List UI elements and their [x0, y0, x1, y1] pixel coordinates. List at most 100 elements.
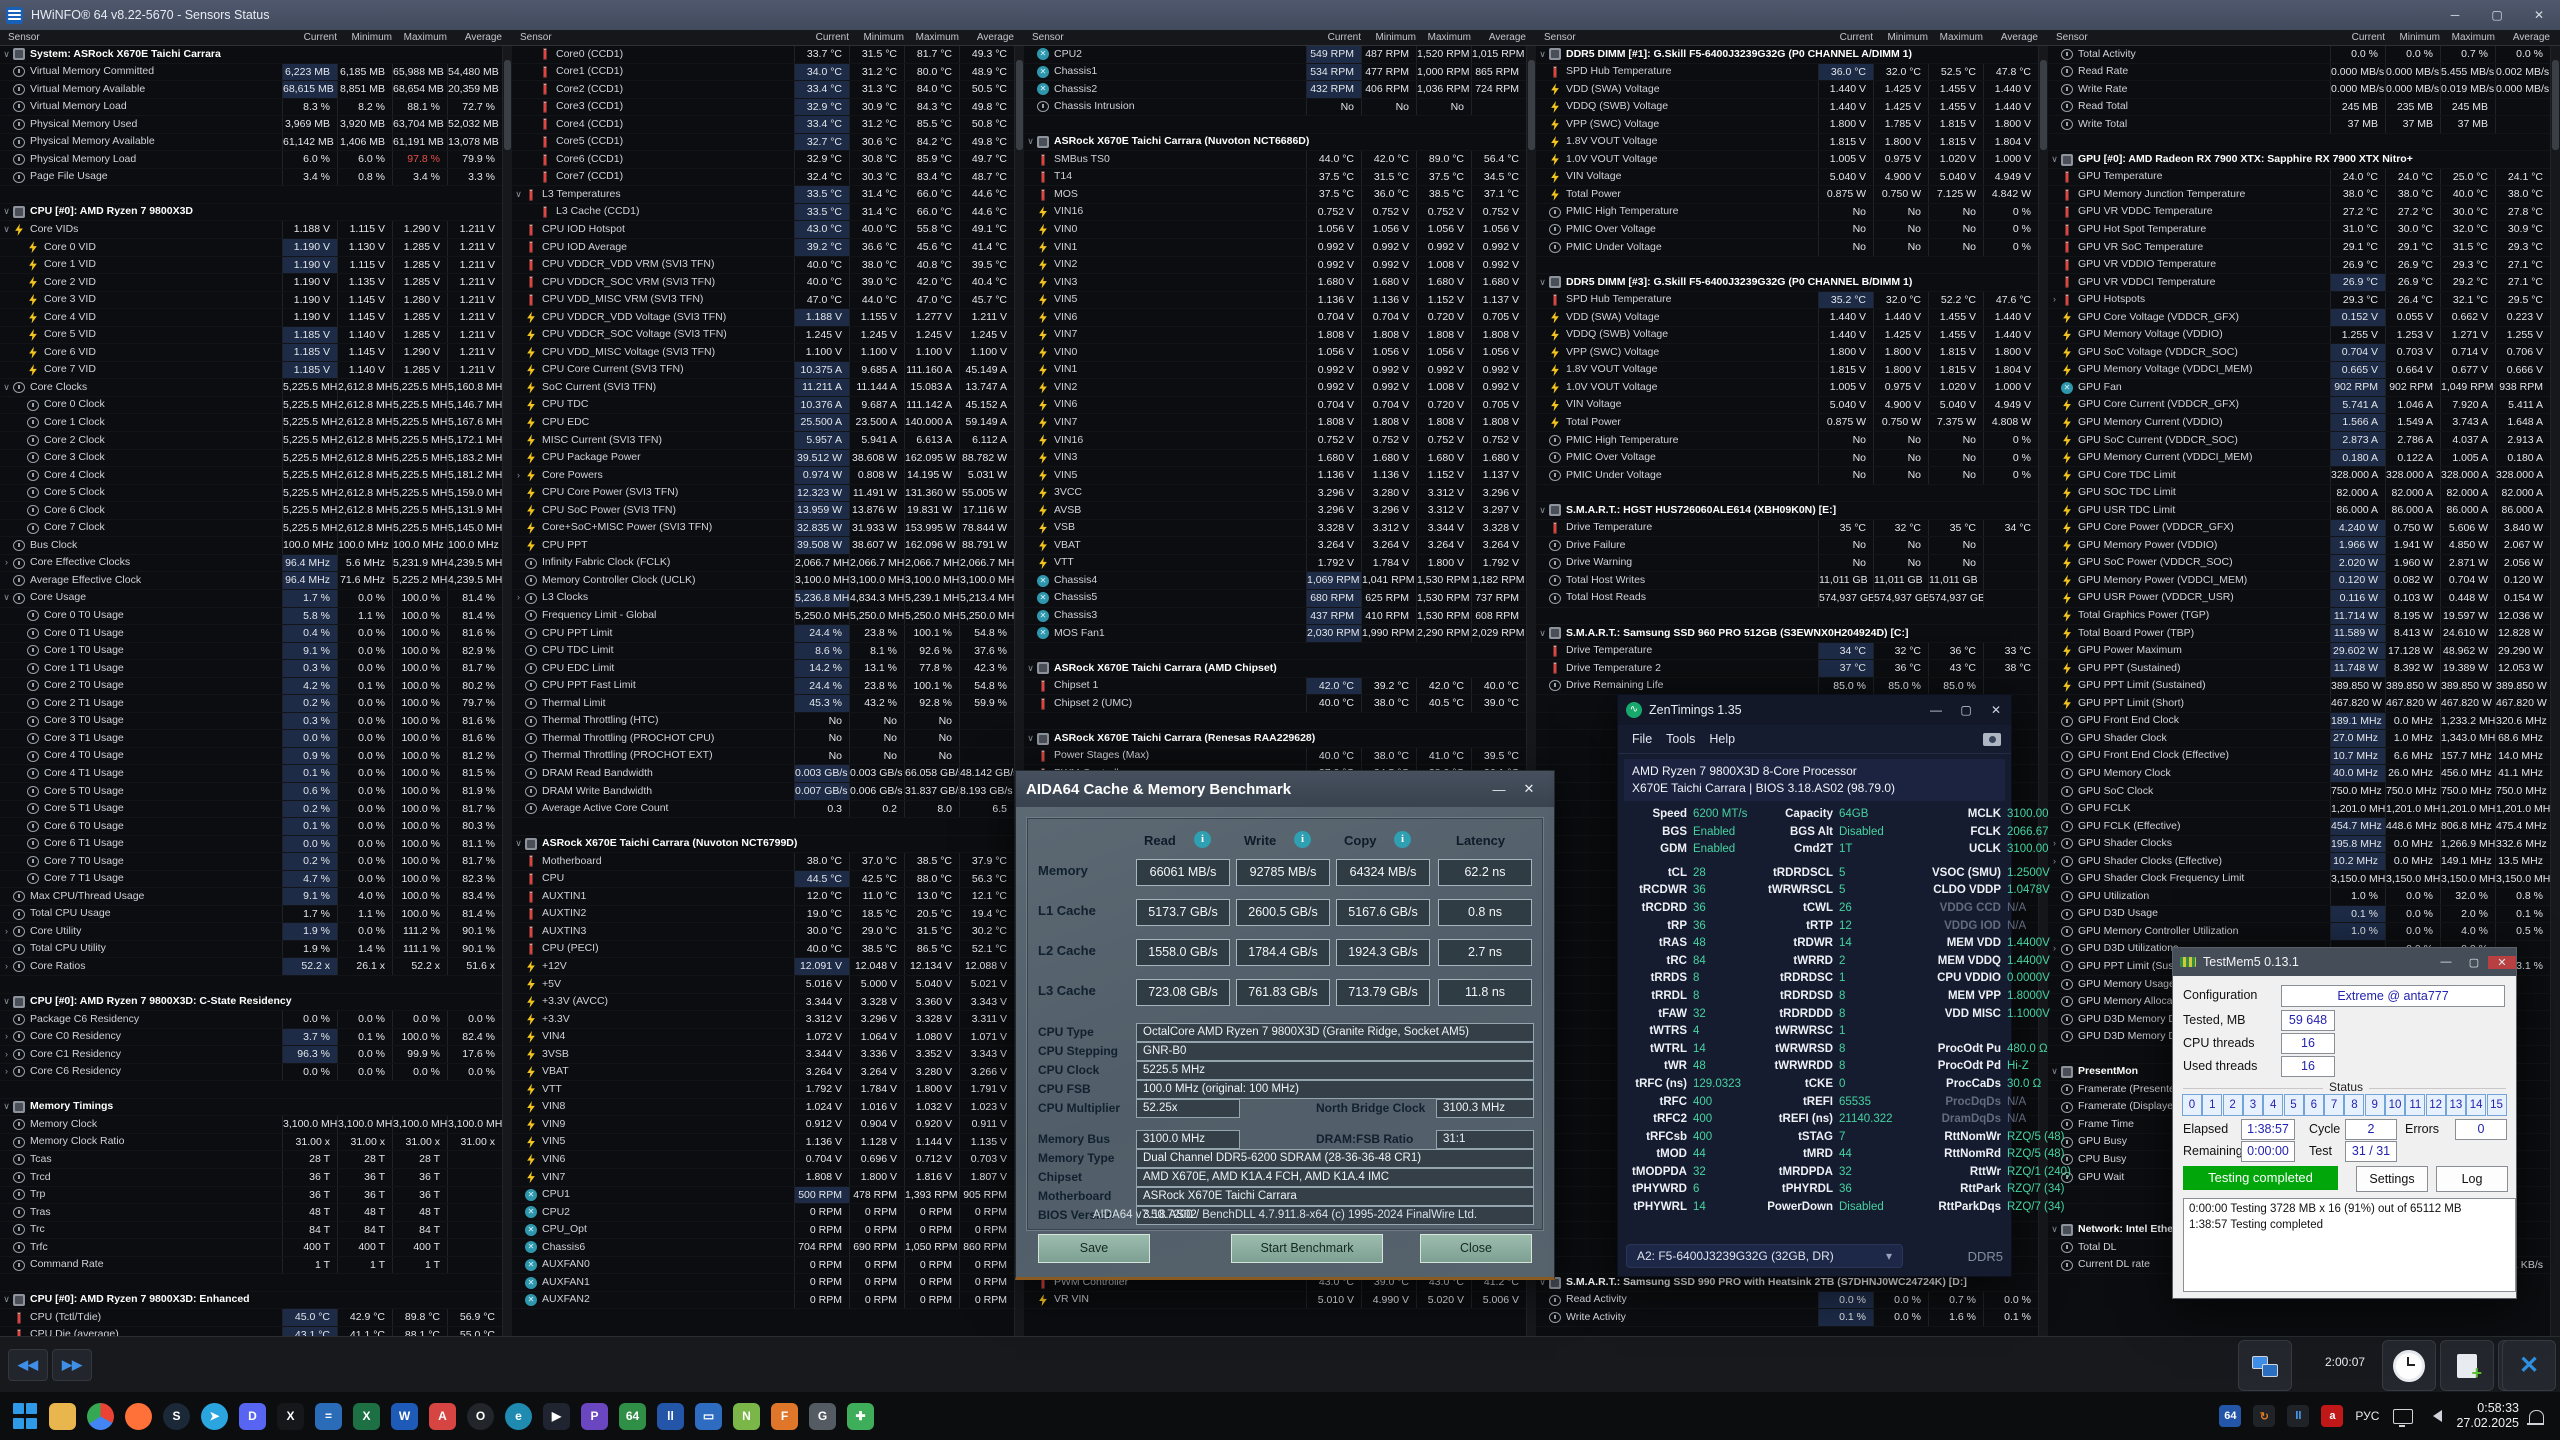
tray-sensors-tray[interactable]: ll — [2287, 1405, 2309, 1427]
thread-status-box[interactable]: 9 — [2365, 1094, 2385, 1116]
tm5-close-icon[interactable]: ✕ — [2488, 956, 2516, 969]
sensor-row[interactable]: ∨ASRock X670E Taichi Carrara (Nuvoton NC… — [512, 836, 1024, 854]
thread-status-box[interactable]: 11 — [2405, 1094, 2425, 1116]
sensor-row[interactable]: Trp36 T36 T36 T — [0, 1187, 512, 1205]
sensor-row[interactable]: Virtual Memory Available68,615 MB8,851 M… — [0, 81, 512, 99]
sensor-row[interactable]: GPU Shader Clock Frequency Limit3,150.0 … — [2048, 871, 2560, 889]
sensor-row[interactable]: Core 5 Clock5,225.5 MHz2,612.8 MHz5,225.… — [0, 485, 512, 503]
sensor-row[interactable]: GPU VR SoC Temperature29.1 °C29.1 °C31.5… — [2048, 239, 2560, 257]
sensor-row[interactable]: GPU Front End Clock189.1 MHz0.0 MHz1,233… — [2048, 713, 2560, 731]
sensor-row[interactable]: VTT1.792 V1.784 V1.800 V1.792 V — [1024, 555, 1536, 573]
sensor-row[interactable]: Core 1 Clock5,225.5 MHz2,612.8 MHz5,225.… — [0, 414, 512, 432]
collapse-icon[interactable]: ∨ — [2048, 151, 2061, 168]
taskbar-app-purple-tool[interactable]: P — [581, 1403, 608, 1430]
tray-hwinfo64-tray[interactable]: 64 — [2219, 1405, 2241, 1427]
sensor-row[interactable]: +12V12.091 V12.048 V12.134 V12.088 V — [512, 958, 1024, 976]
sensor-row[interactable]: Memory Clock Ratio31.00 x31.00 x31.00 x3… — [0, 1134, 512, 1152]
expand-icon[interactable]: › — [0, 1029, 13, 1046]
sensor-row[interactable]: GPU PPT (Sustained)11.748 W8.392 W19.389… — [2048, 660, 2560, 678]
sensor-row[interactable]: GPU Memory Power (VDDCI_MEM)0.120 W0.082… — [2048, 572, 2560, 590]
taskbar-app-telegram[interactable]: ➤ — [201, 1403, 228, 1430]
sensor-row[interactable]: PMIC Over VoltageNoNoNo0 % — [1536, 450, 2048, 468]
sensor-row[interactable]: VIN01.056 V1.056 V1.056 V1.056 V — [1024, 221, 1536, 239]
sensor-row[interactable]: VDD (SWA) Voltage1.440 V1.440 V1.455 V1.… — [1536, 309, 2048, 327]
sensor-row[interactable]: ∨S.M.A.R.T.: HGST HUS726060ALE614 (XBH09… — [1536, 502, 2048, 520]
sensor-row[interactable] — [0, 186, 512, 204]
sensor-row[interactable]: +3.3V3.312 V3.296 V3.328 V3.311 V — [512, 1011, 1024, 1029]
col-average[interactable]: Average — [2503, 30, 2558, 45]
sensor-row[interactable]: Physical Memory Load6.0 %6.0 %97.8 %79.9… — [0, 151, 512, 169]
collapse-icon[interactable]: ∨ — [1024, 730, 1037, 747]
sensor-row[interactable] — [0, 1081, 512, 1099]
sensor-row[interactable]: ∨Core VIDs1.188 V1.115 V1.290 V1.211 V — [0, 221, 512, 239]
sensor-row[interactable]: ›Core C1 Residency96.3 %0.0 %99.9 %17.6 … — [0, 1046, 512, 1064]
col-sensor[interactable]: Sensor — [0, 30, 290, 45]
sensor-row[interactable]: Chassis3437 RPM410 RPM1,530 RPM608 RPM — [1024, 608, 1536, 626]
sensor-row[interactable]: Core 5 T0 Usage0.6 %0.0 %100.0 %81.9 % — [0, 783, 512, 801]
sensor-row[interactable]: VPP (SWC) Voltage1.800 V1.800 V1.815 V1.… — [1536, 344, 2048, 362]
sensor-row[interactable]: GPU SoC Current (VDDCR_SOC)2.873 A2.786 … — [2048, 432, 2560, 450]
tray-clock[interactable]: 0:58:33 27.02.2025 — [2456, 1401, 2519, 1431]
sensor-row[interactable]: T1437.5 °C31.5 °C37.5 °C34.5 °C — [1024, 169, 1536, 187]
collapse-icon[interactable]: ∨ — [2048, 1222, 2061, 1239]
next-page-button[interactable]: ▶▶ — [52, 1349, 92, 1381]
collapse-icon[interactable]: ∨ — [1536, 46, 1549, 63]
taskbar-app-explorer-folder[interactable] — [49, 1403, 76, 1430]
sensor-row[interactable] — [0, 976, 512, 994]
sensor-row[interactable]: GPU Memory Power (VDDIO)1.966 W1.941 W4.… — [2048, 537, 2560, 555]
taskbar-app-excel[interactable]: X — [353, 1403, 380, 1430]
sensor-row[interactable]: CPU VDDCR_VDD VRM (SVI3 TFN)40.0 °C38.0 … — [512, 257, 1024, 275]
sensor-row[interactable]: VIN20.992 V0.992 V1.008 V0.992 V — [1024, 257, 1536, 275]
aida64-close-icon[interactable]: ✕ — [1514, 781, 1544, 797]
sensor-row[interactable]: +3.3V (AVCC)3.344 V3.328 V3.360 V3.343 V — [512, 994, 1024, 1012]
sensor-row[interactable]: GPU FCLK1,201.0 MHz1,201.0 MHz1,201.0 MH… — [2048, 801, 2560, 819]
sensor-row[interactable]: GPU Core TDC Limit328.000 A328.000 A328.… — [2048, 467, 2560, 485]
sensor-row[interactable]: ›Core C0 Residency3.7 %0.1 %100.0 %82.4 … — [0, 1029, 512, 1047]
sensor-row[interactable] — [1024, 643, 1536, 661]
sensor-row[interactable]: SPD Hub Temperature35.2 °C32.0 °C52.2 °C… — [1536, 292, 2048, 310]
sensor-row[interactable]: CPU PPT39.508 W38.607 W162.096 W88.791 W — [512, 537, 1024, 555]
taskbar-app-calculator[interactable]: = — [315, 1403, 342, 1430]
sensor-row[interactable]: Core 3 T1 Usage0.0 %0.0 %100.0 %81.6 % — [0, 730, 512, 748]
sensor-row[interactable]: Core 3 VID1.190 V1.145 V1.280 V1.211 V — [0, 292, 512, 310]
sensor-row[interactable]: DRAM Read Bandwidth0.003 GB/s0.003 GB/s6… — [512, 765, 1024, 783]
taskbar-app-discord[interactable]: D — [239, 1403, 266, 1430]
info-icon[interactable]: i — [1194, 831, 1211, 848]
zen-maximize-icon[interactable]: ▢ — [1951, 703, 1981, 717]
close-sensors-button[interactable]: ✕ — [2502, 1340, 2556, 1391]
taskbar-app-monitor-app[interactable]: ▭ — [695, 1403, 722, 1430]
sensor-row[interactable]: GPU D3D Usage0.1 %0.0 %2.0 %0.1 % — [2048, 906, 2560, 924]
sensor-row[interactable]: CPU PPT Limit24.4 %23.8 %100.1 %54.8 % — [512, 625, 1024, 643]
sensor-row[interactable]: Core2 (CCD1)33.4 °C31.3 °C84.0 °C50.5 °C — [512, 81, 1024, 99]
col-maximum[interactable]: Maximum — [400, 30, 455, 45]
sensor-row[interactable]: L3 Cache (CCD1)33.5 °C31.4 °C66.0 °C44.6… — [512, 204, 1024, 222]
sensor-row[interactable]: CPU1500 RPM478 RPM1,393 RPM905 RPM — [512, 1187, 1024, 1205]
sensor-row[interactable]: ∨DDR5 DIMM [#1]: G.Skill F5-6400J3239G32… — [1536, 46, 2048, 64]
sensor-row[interactable]: CPU44.5 °C42.5 °C88.0 °C56.3 °C — [512, 871, 1024, 889]
sensor-row[interactable]: Core 7 VID1.185 V1.140 V1.285 V1.211 V — [0, 362, 512, 380]
sensor-row[interactable]: CPU VDDCR_SOC Voltage (SVI3 TFN)1.245 V1… — [512, 327, 1024, 345]
sensor-row[interactable]: GPU Memory Current (VDDCI_MEM)0.180 A0.1… — [2048, 450, 2560, 468]
sensor-row[interactable]: Core 0 T1 Usage0.4 %0.0 %100.0 %81.6 % — [0, 625, 512, 643]
sensor-row[interactable]: Drive FailureNoNoNo — [1536, 537, 2048, 555]
sensor-row[interactable]: CPU VDD_MISC VRM (SVI3 TFN)47.0 °C44.0 °… — [512, 292, 1024, 310]
sensor-row[interactable]: Package C6 Residency0.0 %0.0 %0.0 %0.0 % — [0, 1011, 512, 1029]
taskbar-app-aida64[interactable]: 64 — [619, 1403, 646, 1430]
report-button[interactable] — [2440, 1340, 2494, 1391]
sensor-row[interactable]: VDDQ (SWB) Voltage1.440 V1.425 V1.455 V1… — [1536, 327, 2048, 345]
screenshot-camera-icon[interactable] — [1983, 733, 2001, 746]
sensor-row[interactable]: VDDQ (SWB) Voltage1.440 V1.425 V1.455 V1… — [1536, 99, 2048, 117]
sensor-row[interactable]: Chassis5680 RPM625 RPM1,530 RPM737 RPM — [1024, 590, 1536, 608]
sensor-row[interactable]: VIN160.752 V0.752 V0.752 V0.752 V — [1024, 432, 1536, 450]
clock-button[interactable] — [2382, 1340, 2436, 1391]
sensor-row[interactable]: CPU Die (average)43.1 °C41.1 °C88.1 °C55… — [0, 1327, 512, 1336]
sensor-row[interactable]: Trfc400 T400 T400 T — [0, 1239, 512, 1257]
info-icon[interactable]: i — [1394, 831, 1411, 848]
sensor-row[interactable]: Core 2 T0 Usage4.2 %0.1 %100.0 %80.2 % — [0, 678, 512, 696]
menu-help[interactable]: Help — [1709, 732, 1735, 746]
sensor-row[interactable]: VIN71.808 V1.808 V1.808 V1.808 V — [1024, 414, 1536, 432]
col-sensor[interactable]: Sensor — [512, 30, 802, 45]
close-button[interactable]: Close — [1420, 1234, 1532, 1263]
sensor-row[interactable]: Trcd36 T36 T36 T — [0, 1169, 512, 1187]
thread-status-box[interactable]: 4 — [2263, 1094, 2283, 1116]
